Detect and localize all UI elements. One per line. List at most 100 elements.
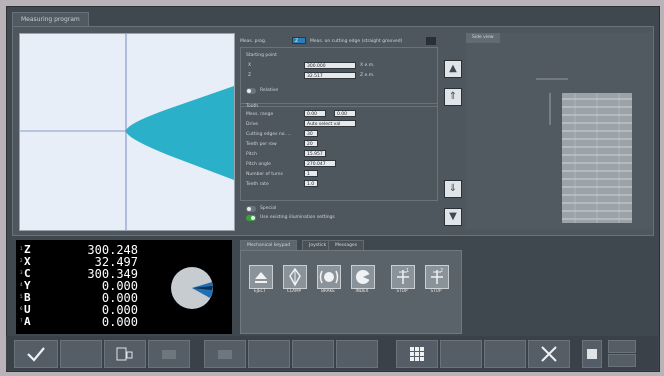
x-input[interactable]: 300.000 <box>304 62 356 69</box>
relative-toggle[interactable] <box>246 88 256 94</box>
folder-icon <box>162 350 176 359</box>
stop-1-icon: 1 <box>391 265 415 289</box>
z-input[interactable]: 32.517 <box>304 72 356 79</box>
pitch-input[interactable]: 15.957 <box>304 150 326 157</box>
axis-readout: 1 Z 300.248 2 X 32.497 3 C 300.349 4 Y 0… <box>16 240 232 334</box>
tab-side-view[interactable]: Side view <box>466 33 500 43</box>
starting-point-label: Starting point <box>246 53 277 58</box>
stop-1-label: STOP <box>396 288 408 293</box>
toolbar-button-7[interactable] <box>292 340 334 368</box>
toolbar-button-8[interactable] <box>336 340 378 368</box>
page-down-button[interactable]: ⇓ <box>444 180 462 198</box>
x-label: X <box>248 63 252 68</box>
axis-index: 2 <box>20 258 23 263</box>
archive-icon <box>218 350 232 359</box>
grid-icon <box>410 347 424 361</box>
z-suffix: Z e.m. <box>360 73 375 78</box>
tooth-group-label: Tooth <box>246 104 259 109</box>
eject-button[interactable]: EJECT <box>247 265 273 295</box>
clamp-icon <box>283 265 307 289</box>
number-of-turns-input[interactable]: 1 <box>304 170 318 177</box>
cutting-edges-label: Cutting edges no. ... <box>246 132 292 137</box>
teeth-rate-label: Teeth rate <box>246 182 269 187</box>
stop-2-icon: 2 <box>425 265 449 289</box>
toolbar-button-6[interactable] <box>248 340 290 368</box>
scroll-bottom-button[interactable]: ▼ <box>444 208 462 226</box>
measurement-form: Meas. prog. Z Meas. on cutting edge (str… <box>240 33 440 229</box>
save-file-button[interactable] <box>104 340 146 368</box>
close-icon <box>541 346 557 362</box>
keypad-body: EJECT CLAMP BRAKE INDEX 1 STOP 2 STOP <box>240 250 462 334</box>
number-of-turns-label: Number of turns <box>246 172 283 177</box>
axis-name: A <box>24 315 31 328</box>
pitch-angle-label: Pitch angle <box>246 162 271 167</box>
teeth-per-row-label: Teeth per row <box>246 142 277 147</box>
tool-preview-drawing <box>20 34 234 230</box>
toolbar-button-2[interactable] <box>60 340 102 368</box>
toolbar-button-4[interactable] <box>148 340 190 368</box>
svg-text:2: 2 <box>440 268 443 274</box>
toolbar-button-11[interactable] <box>484 340 526 368</box>
scroll-top-button[interactable]: ▲ <box>444 60 462 78</box>
grid-button[interactable] <box>396 340 438 368</box>
mode-description: Meas. on cutting edge (straight grooved) <box>310 39 403 44</box>
help-icon[interactable] <box>426 37 436 45</box>
toolbar-button-10[interactable] <box>440 340 482 368</box>
drive-select[interactable]: Auto select val <box>304 120 356 127</box>
index-icon <box>351 265 375 289</box>
toolbar-small-button-2[interactable] <box>608 354 636 367</box>
page-icon <box>587 349 597 359</box>
tool-shape <box>126 86 234 180</box>
z-label: Z <box>248 73 252 78</box>
special-toggle[interactable] <box>246 206 256 212</box>
use-existing-label: Use existing illumination settings <box>260 215 335 220</box>
axis-index: 7 <box>20 318 23 323</box>
teeth-rate-input[interactable]: 1.0 <box>304 180 318 187</box>
clamp-button[interactable]: CLAMP <box>281 265 307 295</box>
toolbar-button-13[interactable] <box>582 340 602 368</box>
function-panel: Mechanical keypad Joystick Messages EJEC… <box>240 240 660 334</box>
cancel-button[interactable] <box>528 340 570 368</box>
x-suffix: X e.m. <box>360 63 375 68</box>
index-button[interactable]: INDEX <box>349 265 375 295</box>
mess-range-from-input[interactable]: 0.00 <box>304 110 326 117</box>
c-axis-dial-icon <box>171 267 213 309</box>
tool-preview <box>19 33 235 231</box>
brake-button[interactable]: BRAKE <box>315 265 341 295</box>
side-view-panel <box>466 33 652 229</box>
cutting-edges-input[interactable]: 30 <box>304 130 318 137</box>
toolbar-small-button-1[interactable] <box>608 340 636 353</box>
axis-index: 3 <box>20 270 23 275</box>
drive-label: Drive <box>246 122 258 127</box>
stop-2-label: STOP <box>430 288 442 293</box>
axis-index: 5 <box>20 294 23 299</box>
brake-label: BRAKE <box>321 288 335 293</box>
mode-select[interactable]: Z <box>292 37 306 44</box>
special-label: Special <box>260 206 277 211</box>
toolbar-button-5[interactable] <box>204 340 246 368</box>
axis-index: 1 <box>20 246 23 251</box>
checkmark-icon <box>27 347 45 362</box>
eject-label: EJECT <box>253 288 266 293</box>
index-label: INDEX <box>355 288 369 293</box>
axis-row-a: 7 A 0.000 <box>20 315 138 329</box>
pitch-label: Pitch <box>246 152 257 157</box>
mode-label: Meas. prog. <box>240 39 267 44</box>
clamp-label: CLAMP <box>286 288 302 293</box>
axis-index: 4 <box>20 282 23 287</box>
side-view-drawing <box>536 78 632 223</box>
confirm-button[interactable] <box>14 340 58 368</box>
brake-icon <box>317 265 341 289</box>
mess-range-to-input[interactable]: 0.00 <box>334 110 356 117</box>
eject-icon <box>249 265 273 289</box>
page-up-button[interactable]: ⇑ <box>444 88 462 106</box>
pitch-angle-input[interactable]: 270.047 <box>304 160 336 167</box>
stop-2-button[interactable]: 2 STOP <box>423 265 449 295</box>
relative-label: Relative <box>260 88 279 93</box>
axis-value: 0.000 <box>101 315 138 329</box>
use-existing-toggle[interactable] <box>246 215 256 221</box>
window-title-tab[interactable]: Measuring program <box>12 12 89 27</box>
stop-1-button[interactable]: 1 STOP <box>389 265 415 295</box>
teeth-per-row-input[interactable]: 20 <box>304 140 318 147</box>
axis-index: 6 <box>20 306 23 311</box>
